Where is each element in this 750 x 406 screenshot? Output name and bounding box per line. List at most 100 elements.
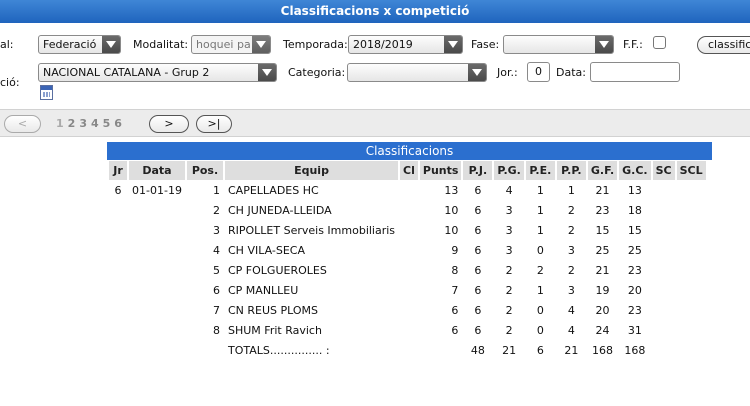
ff-label: F.F.:: [623, 38, 643, 51]
table-row: 8 SHUM Frit Ravich 6 6 2 0 4 24 31: [109, 320, 706, 340]
page-link-3[interactable]: 3: [79, 117, 87, 130]
cell-scl: [677, 200, 706, 220]
cell-pp: 4: [567, 303, 575, 317]
categoria-label: Categoria:: [288, 66, 346, 79]
cell-punts: 9: [451, 243, 459, 257]
cell-data: [129, 300, 185, 320]
cell-gf: 24: [595, 323, 610, 337]
chevron-down-icon: [444, 36, 462, 53]
totals-empty-cell: [187, 340, 223, 360]
page-link-5[interactable]: 5: [103, 117, 111, 130]
prev-page-button[interactable]: <: [4, 115, 41, 133]
cell-equip: CP FOLGUEROLES: [228, 263, 327, 277]
cell-pos: 3: [213, 223, 220, 237]
federacio-select[interactable]: Federació: [38, 35, 121, 54]
data-input[interactable]: [590, 62, 680, 82]
cell-pos: 8: [213, 323, 220, 337]
cell-pe: 0: [536, 303, 544, 317]
window-title: Classificacions x competició: [280, 4, 470, 18]
table-row: 3 RIPOLLET Serveis Immobiliaris 10 6 3 1 2 15 15: [109, 220, 706, 240]
table-row: 7 CN REUS PLOMS 6 6 2 0 4 20 23: [109, 300, 706, 320]
cell-gf: 23: [595, 203, 610, 217]
federacio-label: al:: [0, 38, 14, 51]
totals-pj: 48: [470, 343, 485, 357]
cell-pos: 6: [213, 283, 220, 297]
cell-equip: SHUM Frit Ravich: [228, 323, 322, 337]
cell-pos: 1: [213, 183, 220, 197]
competicio-label: ció:: [0, 76, 20, 89]
competicio-select[interactable]: NACIONAL CATALANA - Grup 2: [38, 63, 277, 82]
data-label: Data:: [556, 66, 586, 79]
totals-pg: 21: [502, 343, 517, 357]
page-link-6[interactable]: 6: [114, 117, 122, 130]
cell-gc: 23: [627, 303, 642, 317]
cell-pe: 1: [536, 183, 544, 197]
calendar-icon[interactable]: [40, 85, 53, 100]
col-pj: P.J.: [463, 161, 493, 180]
totals-empty-cell: [400, 340, 418, 360]
cell-pj: 6: [474, 323, 482, 337]
cell-punts: 7: [451, 283, 459, 297]
cell-pe: 0: [536, 243, 544, 257]
jornada-input[interactable]: 0: [527, 62, 550, 82]
cell-pg: 4: [505, 183, 513, 197]
fase-select[interactable]: [503, 35, 614, 54]
classification-title: Classificacions: [107, 142, 712, 160]
modalitat-value: hoquei pa: [196, 38, 251, 51]
cell-pe: 1: [536, 203, 544, 217]
cell-pp: 4: [567, 323, 575, 337]
last-page-button[interactable]: >|: [196, 115, 232, 133]
cell-jr: 6: [114, 183, 122, 197]
cell-pj: 6: [474, 203, 482, 217]
cell-gf: 21: [595, 183, 610, 197]
ff-checkbox[interactable]: [653, 36, 666, 49]
cell-data: 01-01-19: [132, 183, 182, 197]
col-pp: P.P.: [556, 161, 586, 180]
temporada-select[interactable]: 2018/2019: [348, 35, 463, 54]
totals-gf: 168: [592, 343, 613, 357]
window-title-bar: Classificacions x competició: [0, 0, 750, 23]
cell-scl: [677, 260, 706, 280]
cell-data: [129, 260, 185, 280]
cell-scl: [677, 180, 706, 200]
cell-equip: CH VILA-SECA: [228, 243, 305, 257]
classify-button[interactable]: classifica: [697, 36, 750, 54]
chevron-down-icon: [102, 36, 120, 53]
cell-gc: 18: [627, 203, 642, 217]
page-link-4[interactable]: 4: [91, 117, 99, 130]
cell-cl: [400, 300, 418, 320]
cell-pj: 6: [474, 223, 482, 237]
cell-cl: [400, 240, 418, 260]
cell-scl: [677, 240, 706, 260]
cell-cl: [400, 280, 418, 300]
cell-gc: 15: [627, 223, 642, 237]
temporada-value: 2018/2019: [353, 38, 413, 51]
cell-gf: 20: [595, 303, 610, 317]
cell-pj: 6: [474, 183, 482, 197]
cell-pg: 2: [505, 303, 513, 317]
cell-data: [129, 200, 185, 220]
modalitat-select[interactable]: hoquei pa: [191, 35, 271, 54]
totals-pe: 6: [536, 343, 544, 357]
cell-gf: 21: [595, 263, 610, 277]
cell-punts: 10: [444, 203, 459, 217]
col-gf: G.F.: [587, 161, 618, 180]
page-link-1[interactable]: 1: [56, 117, 64, 130]
categoria-select[interactable]: [347, 63, 487, 82]
totals-row: TOTALS............... : 48 21 6 21 168 168: [109, 340, 706, 360]
cell-sc: [653, 320, 675, 340]
cell-gc: 23: [627, 263, 642, 277]
cell-scl: [677, 220, 706, 240]
cell-cl: [400, 320, 418, 340]
col-punts: Punts: [419, 161, 462, 180]
cell-equip: CP MANLLEU: [228, 283, 299, 297]
cell-pp: 2: [567, 203, 575, 217]
next-page-button[interactable]: >: [149, 115, 189, 133]
cell-data: [129, 280, 185, 300]
cell-jr: [109, 320, 127, 340]
page-link-2[interactable]: 2: [68, 117, 76, 130]
cell-pos: 2: [213, 203, 220, 217]
col-pg: P.G.: [494, 161, 524, 180]
totals-empty-cell: [129, 340, 185, 360]
competicio-value: NACIONAL CATALANA - Grup 2: [43, 66, 210, 79]
